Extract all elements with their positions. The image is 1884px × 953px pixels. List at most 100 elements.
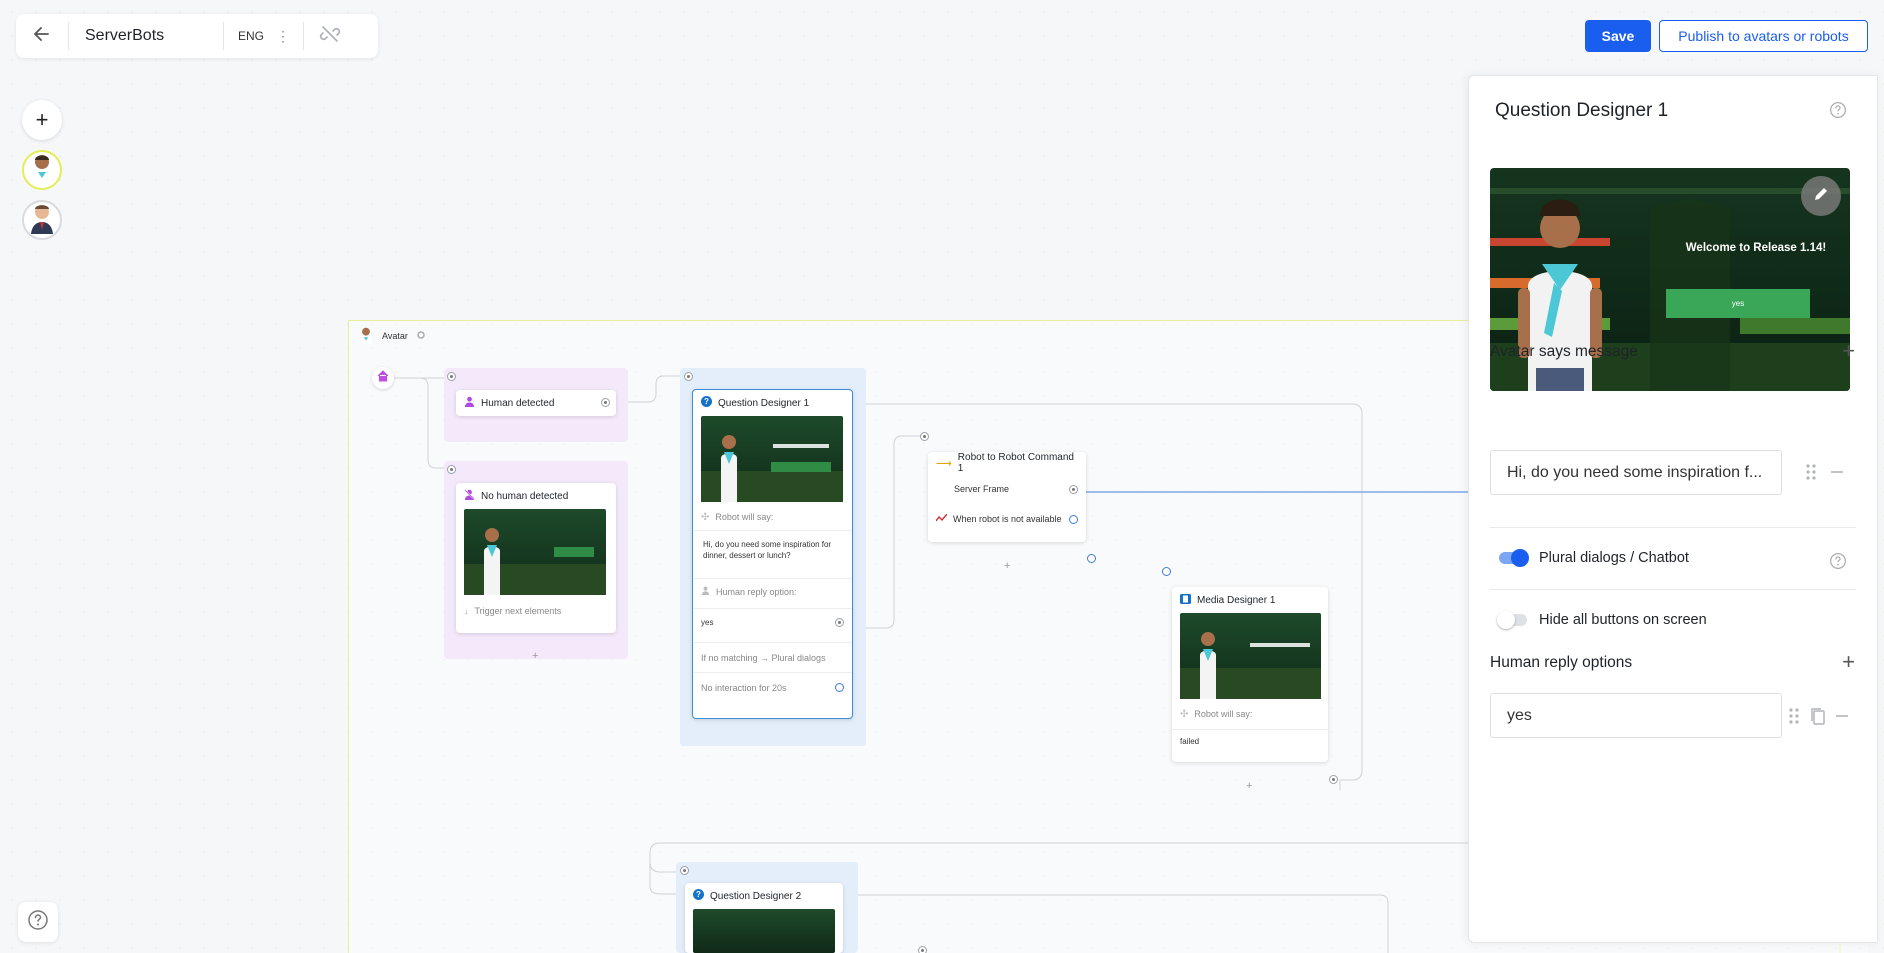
robot-say-text: Hi, do you need some inspiration for din… <box>693 530 852 574</box>
input-port[interactable] <box>920 432 929 441</box>
reply-option: yes <box>701 618 714 627</box>
not-available-row[interactable]: When robot is not available <box>928 504 1086 534</box>
help-circle-icon[interactable] <box>1829 101 1847 124</box>
start-node[interactable] <box>372 367 394 389</box>
divider <box>1490 527 1856 528</box>
trigger-row: ↓ Trigger next elements <box>456 595 616 627</box>
gear-icon[interactable] <box>416 330 426 342</box>
node-title: No human detected <box>481 490 569 502</box>
divider <box>1490 589 1856 590</box>
output-port[interactable] <box>601 398 610 407</box>
node-title: Question Designer 1 <box>718 397 810 409</box>
robot-say-label: Robot will say: <box>1194 709 1253 719</box>
copy-icon[interactable] <box>1809 707 1825 730</box>
save-button[interactable]: Save <box>1585 20 1651 52</box>
help-circle-icon[interactable] <box>1829 552 1847 575</box>
add-element-button[interactable]: + <box>22 100 62 140</box>
add-element-button[interactable]: + <box>532 650 538 662</box>
node-question-designer-1[interactable]: ? Question Designer 1 ✣ Robot will say: … <box>692 389 853 719</box>
output-port[interactable] <box>835 683 844 692</box>
output-port[interactable] <box>1329 775 1338 784</box>
human-reply-input[interactable]: yes <box>1490 693 1782 738</box>
add-element-button[interactable]: + <box>1246 780 1252 792</box>
no-match-label: If no matching → Plural dialogs <box>701 652 826 663</box>
edit-preview-button[interactable] <box>1801 176 1841 216</box>
plural-dialogs-toggle[interactable] <box>1499 549 1529 567</box>
input-port[interactable] <box>680 866 689 875</box>
connector-port[interactable] <box>1087 554 1096 563</box>
language-label: ENG <box>238 29 265 43</box>
hide-buttons-toggle[interactable] <box>1497 611 1527 629</box>
output-port[interactable] <box>1069 484 1078 494</box>
back-button[interactable] <box>16 14 68 58</box>
question-icon: ? <box>693 889 704 903</box>
help-circle-icon <box>27 909 49 936</box>
output-port[interactable] <box>1069 514 1078 524</box>
avatar-selector-1[interactable] <box>22 150 62 190</box>
robot-say-value: failed <box>1180 737 1200 746</box>
language-selector[interactable]: ENG ⋮ <box>224 28 303 45</box>
link-off-button[interactable] <box>304 23 356 50</box>
arrow-down-icon: ↓ <box>464 606 469 616</box>
question-icon: ? <box>701 396 712 410</box>
robot-say-row: ✣ Robot will say: <box>693 504 852 530</box>
node-title: Human detected <box>481 397 555 409</box>
plural-dialogs-label: Plural dialogs / Chatbot <box>1539 550 1689 566</box>
avatar-boy-icon <box>358 326 374 346</box>
project-title[interactable]: ServerBots <box>69 27 223 45</box>
more-vertical-icon[interactable]: ⋮ <box>276 28 290 45</box>
avatar-selector-2[interactable] <box>22 200 62 240</box>
add-reply-button[interactable]: + <box>1842 651 1855 673</box>
arrow-right-icon: ⟶ <box>936 457 952 470</box>
trigger-label: Trigger next elements <box>474 606 562 616</box>
add-message-button[interactable]: + <box>1842 340 1855 362</box>
scene-thumbnail <box>1180 613 1321 699</box>
message-row-actions <box>1806 464 1844 485</box>
scene-thumbnail <box>701 416 843 502</box>
publish-button[interactable]: Publish to avatars or robots <box>1659 20 1868 52</box>
input-port[interactable] <box>447 465 456 474</box>
node-human-detected[interactable]: Human detected <box>456 390 616 416</box>
film-icon <box>1180 593 1191 607</box>
hide-buttons-toggle-row[interactable]: Hide all buttons on screen <box>1497 611 1707 629</box>
avatar-boy-icon <box>28 152 56 189</box>
node-title: Media Designer 1 <box>1197 594 1276 606</box>
node-no-human-detected[interactable]: No human detected ↓ Trigger next element… <box>456 483 616 633</box>
preview-headline: Welcome to Release 1.14! <box>1685 242 1827 254</box>
person-off-icon <box>464 489 475 503</box>
arrow-left-icon <box>32 24 52 49</box>
person-icon <box>464 396 475 410</box>
server-frame-row[interactable]: Server Frame <box>928 474 1086 504</box>
node-question-designer-2[interactable]: ? Question Designer 2 <box>685 883 843 953</box>
robot-say-row: ✣ Robot will say: <box>1172 699 1328 729</box>
server-frame-label: Server Frame <box>954 484 1010 494</box>
add-element-button[interactable]: + <box>1004 560 1010 572</box>
human-reply-title: Human reply options <box>1490 654 1633 671</box>
output-port[interactable] <box>835 618 844 627</box>
reply-row-actions <box>1789 707 1849 730</box>
node-title: Robot to Robot Command 1 <box>957 452 1074 474</box>
plural-dialogs-toggle-row[interactable]: Plural dialogs / Chatbot <box>1499 549 1689 567</box>
person-icon <box>701 586 710 597</box>
node-media-designer[interactable]: Media Designer 1 ✣ Robot will say: faile… <box>1172 587 1328 762</box>
node-robot-command[interactable]: ⟶ Robot to Robot Command 1 Server Frame … <box>928 452 1086 542</box>
input-port[interactable] <box>684 372 693 381</box>
drag-handle-icon[interactable] <box>1789 708 1799 729</box>
remove-icon[interactable] <box>1835 709 1849 728</box>
drag-handle-icon[interactable] <box>1806 464 1816 485</box>
pencil-icon <box>1812 185 1830 208</box>
svg-text:?: ? <box>696 890 701 899</box>
remove-icon[interactable] <box>1830 465 1844 484</box>
reply-label: Human reply option: <box>716 586 797 597</box>
input-port[interactable] <box>447 372 456 381</box>
input-port[interactable] <box>918 946 927 953</box>
reply-option-row[interactable]: yes <box>693 608 852 636</box>
properties-panel: Question Designer 1 Welcome to Release 1… <box>1468 75 1878 943</box>
avatar-message-input[interactable]: Hi, do you need some inspiration f... <box>1490 450 1782 495</box>
connector-port[interactable] <box>1162 567 1171 576</box>
no-interaction-label: No interaction for 20s <box>701 682 787 693</box>
reply-label-row: Human reply option: <box>693 578 852 604</box>
help-button[interactable] <box>18 902 58 942</box>
top-bar: ServerBots ENG ⋮ <box>16 14 378 58</box>
preview-button: yes <box>1666 289 1810 318</box>
